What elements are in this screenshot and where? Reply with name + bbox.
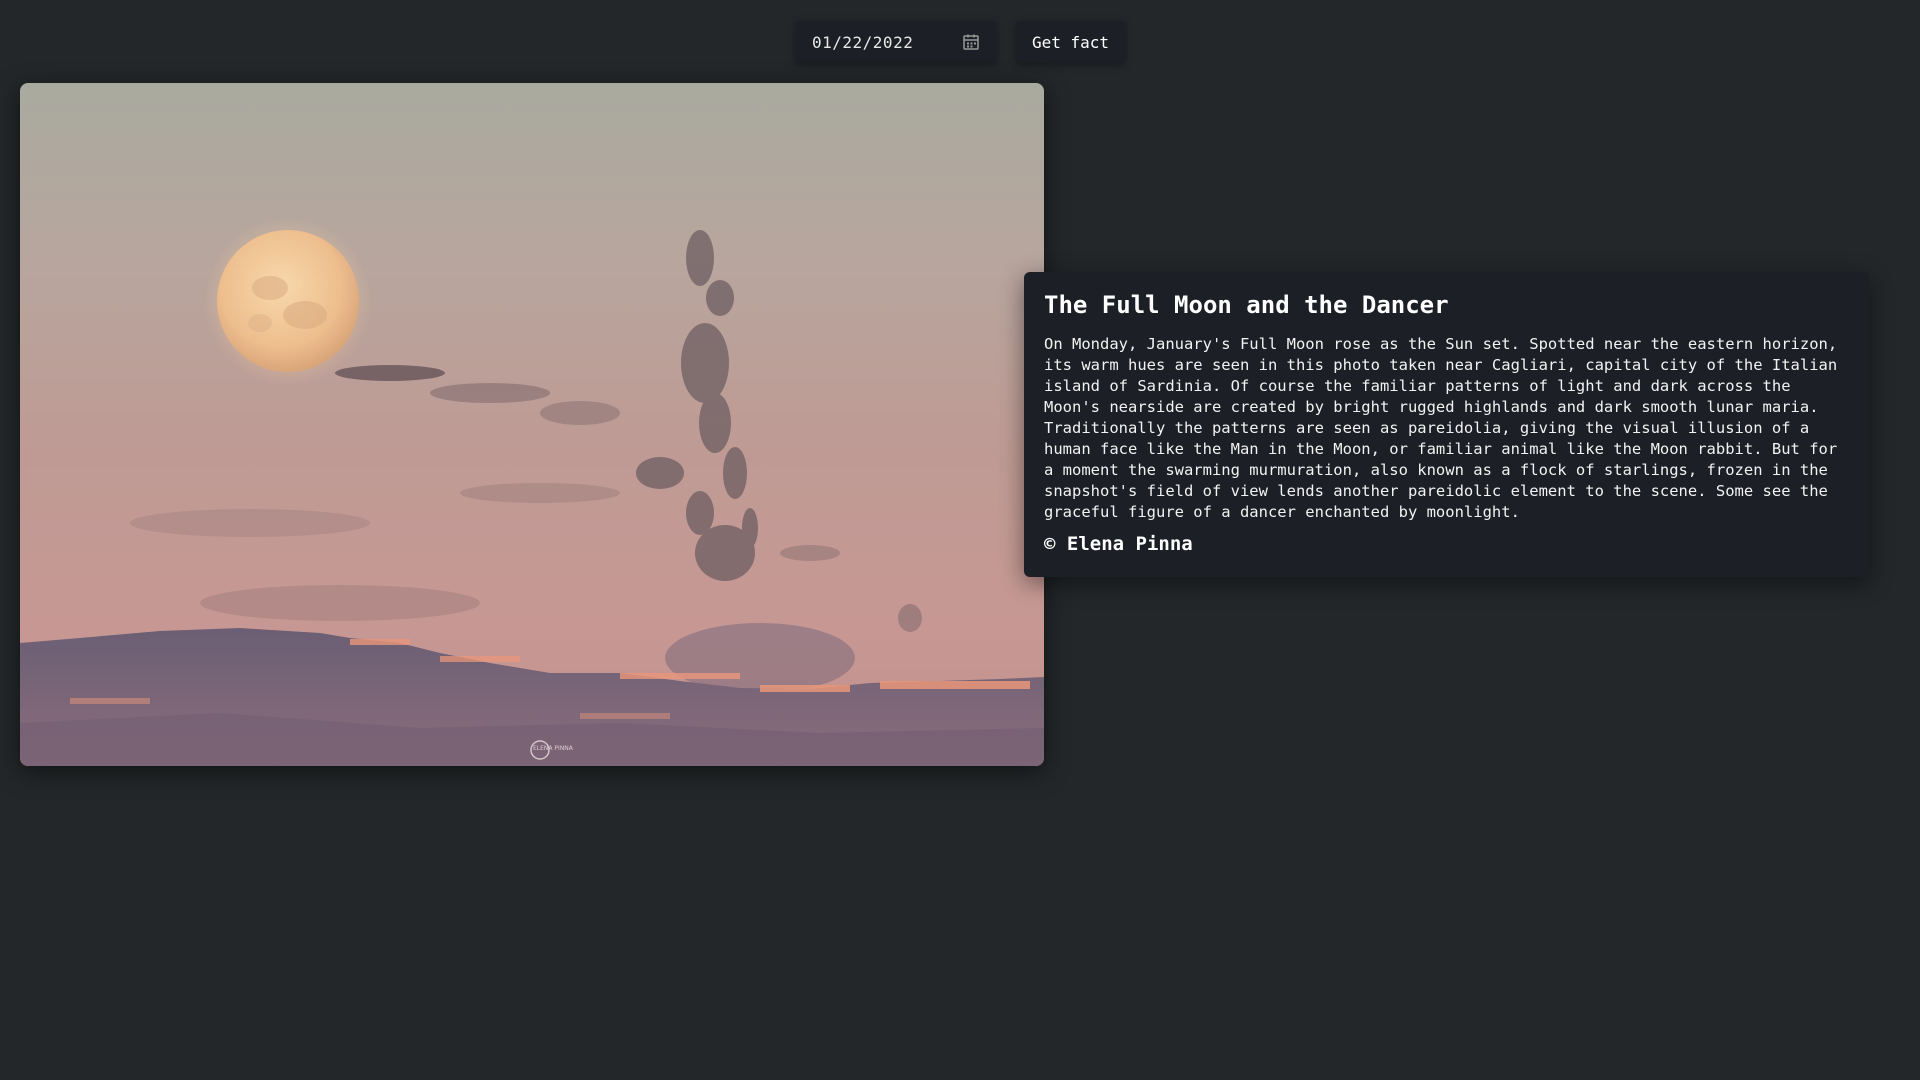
full-moon xyxy=(217,230,359,372)
get-fact-button[interactable]: Get fact xyxy=(1016,21,1126,63)
photo-scene: ELENA PINNA xyxy=(20,83,1044,766)
fact-credit: © Elena Pinna xyxy=(1044,532,1193,555)
fact-card: The Full Moon and the Dancer On Monday, … xyxy=(1024,272,1869,577)
bird-cloud xyxy=(665,623,855,693)
fact-title: The Full Moon and the Dancer xyxy=(1044,291,1449,319)
controls-bar: 01/22/2022 Get fact xyxy=(796,21,1126,63)
date-value[interactable]: 01/22/2022 xyxy=(812,33,913,52)
fact-explanation: On Monday, January's Full Moon rose as t… xyxy=(1044,334,1838,521)
date-input[interactable]: 01/22/2022 xyxy=(796,21,996,63)
apod-photo: ELENA PINNA xyxy=(20,83,1044,766)
calendar-icon[interactable] xyxy=(962,33,980,51)
svg-text:ELENA PINNA: ELENA PINNA xyxy=(533,745,574,752)
